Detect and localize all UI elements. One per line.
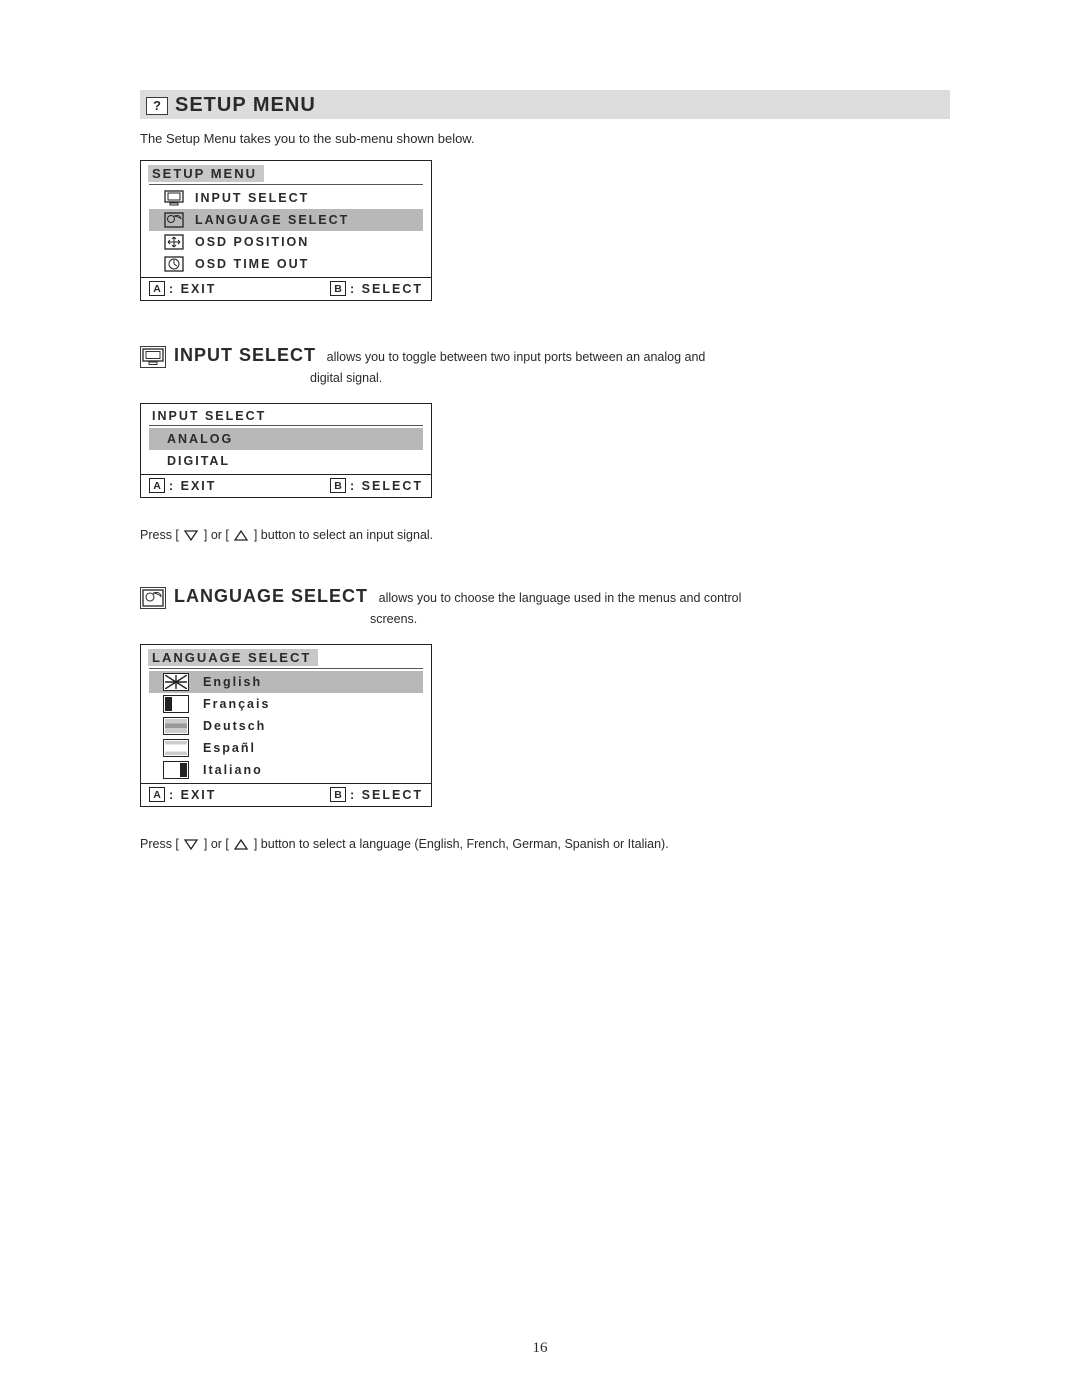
input-option-digital[interactable]: DIGITAL <box>149 450 423 472</box>
header-bar: ? SETUP MENU <box>140 90 950 119</box>
setup-item-label: LANGUAGE SELECT <box>195 213 349 227</box>
key-b-icon: B <box>330 787 346 802</box>
language-select-desc: allows you to choose the language used i… <box>379 585 742 605</box>
key-a-icon: A <box>149 281 165 296</box>
language-select-title: LANGUAGE SELECT <box>174 586 368 606</box>
instr-text: ] or [ <box>204 528 229 542</box>
key-a-icon: A <box>149 478 165 493</box>
down-triangle-icon <box>183 529 199 542</box>
language-option-label: Españl <box>203 741 256 755</box>
key-a-icon: A <box>149 787 165 802</box>
flag-de-icon <box>163 717 189 735</box>
instr-text: ] button to select an input signal. <box>254 528 433 542</box>
input-select-desc: allows you to toggle between two input p… <box>327 344 706 364</box>
language-select-box: LANGUAGE SELECT English Français <box>140 644 432 807</box>
input-select-box: INPUT SELECT ANALOG DIGITAL A : EXIT B : <box>140 403 432 498</box>
flag-uk-icon <box>163 673 189 691</box>
input-option-label: DIGITAL <box>167 454 230 468</box>
input-select-heading: INPUT SELECT allows you to toggle betwee… <box>140 345 950 368</box>
footer-select: B : SELECT <box>330 787 423 802</box>
page-title: SETUP MENU <box>175 94 316 117</box>
footer-exit-label: : EXIT <box>169 282 216 296</box>
language-option-italiano[interactable]: Italiano <box>149 759 423 781</box>
setup-item-label: OSD POSITION <box>195 235 309 249</box>
speech-icon <box>163 211 185 229</box>
key-b-icon: B <box>330 281 346 296</box>
footer-select-label: : SELECT <box>350 479 423 493</box>
footer-exit: A : EXIT <box>149 787 216 802</box>
footer-exit: A : EXIT <box>149 281 216 296</box>
footer-exit-label: : EXIT <box>169 479 216 493</box>
setup-item-language-select[interactable]: LANGUAGE SELECT <box>149 209 423 231</box>
setup-menu-title: SETUP MENU <box>148 165 264 182</box>
setup-item-label: INPUT SELECT <box>195 191 309 205</box>
input-instruction: Press [ ] or [ ] button to select an inp… <box>140 528 950 542</box>
instr-text: Press [ <box>140 528 179 542</box>
question-icon: ? <box>146 97 168 115</box>
input-select-title: INPUT SELECT <box>174 345 316 365</box>
language-option-deutsch[interactable]: Deutsch <box>149 715 423 737</box>
key-b-icon: B <box>330 478 346 493</box>
monitor-icon <box>140 346 166 368</box>
instr-text: Press [ <box>140 837 179 851</box>
language-option-francais[interactable]: Français <box>149 693 423 715</box>
down-triangle-icon <box>183 838 199 851</box>
input-select-menu-title: INPUT SELECT <box>148 409 266 423</box>
position-icon <box>163 233 185 251</box>
input-option-analog[interactable]: ANALOG <box>149 428 423 450</box>
language-option-label: Italiano <box>203 763 263 777</box>
language-instruction: Press [ ] or [ ] button to select a lang… <box>140 837 950 851</box>
footer-select-label: : SELECT <box>350 282 423 296</box>
language-select-desc2: screens. <box>370 612 950 626</box>
language-option-english[interactable]: English <box>149 671 423 693</box>
setup-item-label: OSD TIME OUT <box>195 257 309 271</box>
footer-exit-label: : EXIT <box>169 788 216 802</box>
up-triangle-icon <box>233 838 249 851</box>
footer-select: B : SELECT <box>330 281 423 296</box>
setup-menu-box: SETUP MENU INPUT SELECT LANGUAGE SELECT <box>140 160 432 301</box>
language-option-espanol[interactable]: Españl <box>149 737 423 759</box>
language-option-label: Français <box>203 697 270 711</box>
language-option-label: Deutsch <box>203 719 266 733</box>
setup-item-osd-position[interactable]: OSD POSITION <box>149 231 423 253</box>
footer-select: B : SELECT <box>330 478 423 493</box>
input-option-label: ANALOG <box>167 432 233 446</box>
language-select-heading: LANGUAGE SELECT allows you to choose the… <box>140 586 950 609</box>
language-option-label: English <box>203 675 262 689</box>
flag-fr-icon <box>163 695 189 713</box>
flag-es-icon <box>163 739 189 757</box>
setup-item-osd-timeout[interactable]: OSD TIME OUT <box>149 253 423 275</box>
flag-it-icon <box>163 761 189 779</box>
instr-text: ] button to select a language (English, … <box>254 837 669 851</box>
intro-text: The Setup Menu takes you to the sub-menu… <box>140 131 950 146</box>
up-triangle-icon <box>233 529 249 542</box>
footer-select-label: : SELECT <box>350 788 423 802</box>
speech-icon <box>140 587 166 609</box>
language-select-menu-title: LANGUAGE SELECT <box>148 649 318 666</box>
page-number: 16 <box>0 1340 1080 1357</box>
instr-text: ] or [ <box>204 837 229 851</box>
setup-item-input-select[interactable]: INPUT SELECT <box>149 187 423 209</box>
clock-icon <box>163 255 185 273</box>
monitor-icon <box>163 189 185 207</box>
input-select-desc2: digital signal. <box>310 371 950 385</box>
footer-exit: A : EXIT <box>149 478 216 493</box>
